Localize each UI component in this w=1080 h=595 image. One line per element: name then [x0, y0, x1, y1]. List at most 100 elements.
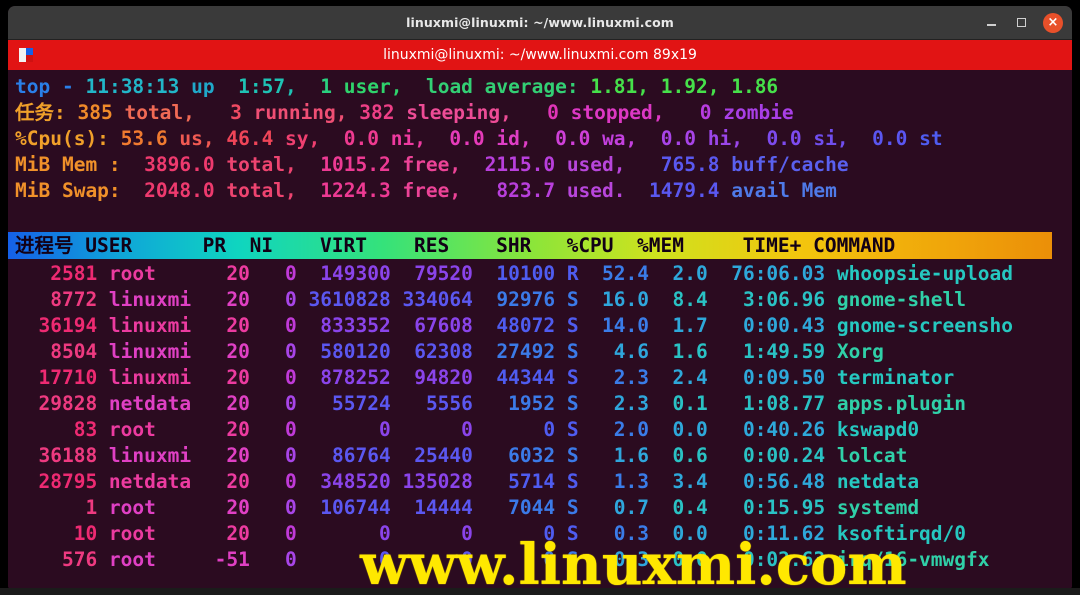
- cell-shr: 6032: [472, 444, 556, 467]
- maximize-button[interactable]: [1013, 15, 1029, 31]
- text-segment-7: load average:: [402, 75, 591, 98]
- cell-cpu: 4.6: [578, 340, 650, 363]
- cell-pid: 10: [15, 522, 98, 545]
- cell-command: terminator: [825, 366, 955, 389]
- minimize-button[interactable]: [983, 15, 999, 31]
- cell-pid: 83: [15, 418, 98, 441]
- text-segment-10: wa,: [590, 127, 638, 150]
- cell-time: 76:06.03: [707, 262, 826, 285]
- cell-cpu: 0.3: [578, 548, 650, 571]
- cell-mem: 1.7: [649, 314, 708, 337]
- close-button[interactable]: ×: [1043, 12, 1063, 33]
- text-segment-14: si,: [801, 127, 849, 150]
- cell-mem: 1.6: [649, 340, 708, 363]
- cell-pr: 20: [202, 392, 250, 415]
- cell-user: netdata: [97, 392, 203, 415]
- top-cpu-line: %Cpu(s): 53.6 us, 46.4 sy, 0.0 ni, 0.0 i…: [8, 126, 1072, 152]
- process-table-body: 2581 root 20 0 149300 79520 10100 R 52.4…: [8, 261, 1072, 573]
- window-controls: ×: [983, 6, 1063, 39]
- cell-command: gnome-screensho: [825, 314, 1013, 337]
- table-row[interactable]: 83 root 20 0 0 0 0 S 2.0 0.0 0:40.26 ksw…: [8, 417, 1072, 443]
- text-segment-7: 0: [511, 101, 571, 124]
- maximize-icon: [1016, 18, 1026, 27]
- cell-time: 0:40.26: [707, 418, 826, 441]
- text-segment-3: 46.4: [214, 127, 274, 150]
- cell-command: apps.plugin: [825, 392, 967, 415]
- cell-cpu: 2.3: [578, 366, 650, 389]
- cell-mem: 0.4: [649, 496, 708, 519]
- terminal-content[interactable]: top - 11:38:13 up 1:57, 1 user, load ave…: [8, 70, 1072, 589]
- table-row[interactable]: 8772 linuxmi 20 0 3610828 334064 92976 S…: [8, 287, 1072, 313]
- cell-virt: 86764: [296, 444, 391, 467]
- table-row[interactable]: 28795 netdata 20 0 348520 135028 5714 S …: [8, 469, 1072, 495]
- cell-time: 0:00.43: [707, 314, 826, 337]
- text-segment-6: used,: [555, 153, 626, 176]
- text-segment-5: 0.0: [320, 127, 379, 150]
- text-segment-4: free,: [390, 179, 462, 202]
- cell-command: irq/16-vmwgfx: [825, 548, 990, 571]
- top-mem-line: MiB Mem : 3896.0 total, 1015.2 free, 211…: [8, 152, 1072, 178]
- table-row[interactable]: 36188 linuxmi 20 0 86764 25440 6032 S 1.…: [8, 443, 1072, 469]
- text-segment-3: 3: [194, 101, 254, 124]
- cell-time: 1:49.59: [707, 340, 826, 363]
- text-segment-15: 0.0: [848, 127, 908, 150]
- text-segment-4: sy,: [273, 127, 321, 150]
- text-segment-0: top: [15, 75, 51, 98]
- text-segment-6: used.: [555, 179, 626, 202]
- text-segment-6: ni,: [378, 127, 426, 150]
- cell-virt: 106744: [296, 496, 391, 519]
- cell-ni: 0: [249, 288, 297, 311]
- cell-ni: 0: [249, 548, 297, 571]
- table-row[interactable]: 2581 root 20 0 149300 79520 10100 R 52.4…: [8, 261, 1072, 287]
- text-segment-8: id,: [484, 127, 532, 150]
- text-segment-1: 53.6: [120, 127, 168, 150]
- table-row[interactable]: 576 root -51 0 0 0 0 S 0.3 0.0 0:02.63 i…: [8, 547, 1072, 573]
- cell-res: 0: [390, 418, 473, 441]
- terminal-tabbar[interactable]: linuxmi@linuxmi: ~/www.linuxmi.com 89x19: [8, 40, 1072, 70]
- table-row[interactable]: 1 root 20 0 106744 14444 7044 S 0.7 0.4 …: [8, 495, 1072, 521]
- text-segment-9: 0.0: [531, 127, 591, 150]
- text-segment-12: hi,: [696, 127, 743, 150]
- text-segment-4: free,: [390, 153, 462, 176]
- cell-command: lolcat: [825, 444, 908, 467]
- cell-command: ksoftirqd/0: [825, 522, 967, 545]
- cell-res: 94820: [390, 366, 473, 389]
- cell-mem: 0.0: [649, 522, 708, 545]
- tab-title: linuxmi@linuxmi: ~/www.linuxmi.com 89x19: [383, 47, 697, 63]
- text-segment-1: 2048.0: [132, 179, 215, 202]
- text-segment-2: total,: [214, 179, 297, 202]
- cell-virt: 580120: [296, 340, 391, 363]
- cell-command: gnome-shell: [825, 288, 967, 311]
- cell-user: root: [97, 548, 203, 571]
- table-row[interactable]: 17710 linuxmi 20 0 878252 94820 44344 S …: [8, 365, 1072, 391]
- text-segment-5: 2115.0: [461, 153, 556, 176]
- text-segment-1: 385: [77, 101, 113, 124]
- table-row[interactable]: 10 root 20 0 0 0 0 S 0.3 0.0 0:11.62 kso…: [8, 521, 1072, 547]
- cell-pr: 20: [202, 288, 250, 311]
- table-row[interactable]: 8504 linuxmi 20 0 580120 62308 27492 S 4…: [8, 339, 1072, 365]
- text-segment-8: 1.81, 1.92, 1.86: [590, 75, 779, 98]
- cell-shr: 10100: [472, 262, 556, 285]
- cell-cpu: 2.0: [578, 418, 650, 441]
- cell-pid: 576: [15, 548, 98, 571]
- screenshot-root: linuxmi@linuxmi: ~/www.linuxmi.com × lin…: [0, 0, 1080, 595]
- cell-res: 25440: [390, 444, 473, 467]
- cell-time: 1:08.77: [707, 392, 826, 415]
- cell-command: kswapd0: [825, 418, 920, 441]
- cell-virt: 833352: [296, 314, 391, 337]
- table-row[interactable]: 36194 linuxmi 20 0 833352 67608 48072 S …: [8, 313, 1072, 339]
- minimize-icon: [986, 24, 996, 26]
- cell-res: 0: [390, 548, 473, 571]
- text-segment-13: 0.0: [742, 127, 802, 150]
- cell-user: linuxmi: [97, 340, 203, 363]
- text-segment-2: total,: [112, 101, 195, 124]
- cell-ni: 0: [249, 366, 297, 389]
- cell-pr: 20: [202, 470, 250, 493]
- cell-pid: 1: [15, 496, 98, 519]
- cell-virt: 0: [296, 548, 391, 571]
- close-icon: ×: [1047, 15, 1059, 30]
- table-row[interactable]: 29828 netdata 20 0 55724 5556 1952 S 2.3…: [8, 391, 1072, 417]
- cell-cpu: 1.3: [578, 470, 650, 493]
- cell-ni: 0: [249, 262, 297, 285]
- cell-ni: 0: [249, 418, 297, 441]
